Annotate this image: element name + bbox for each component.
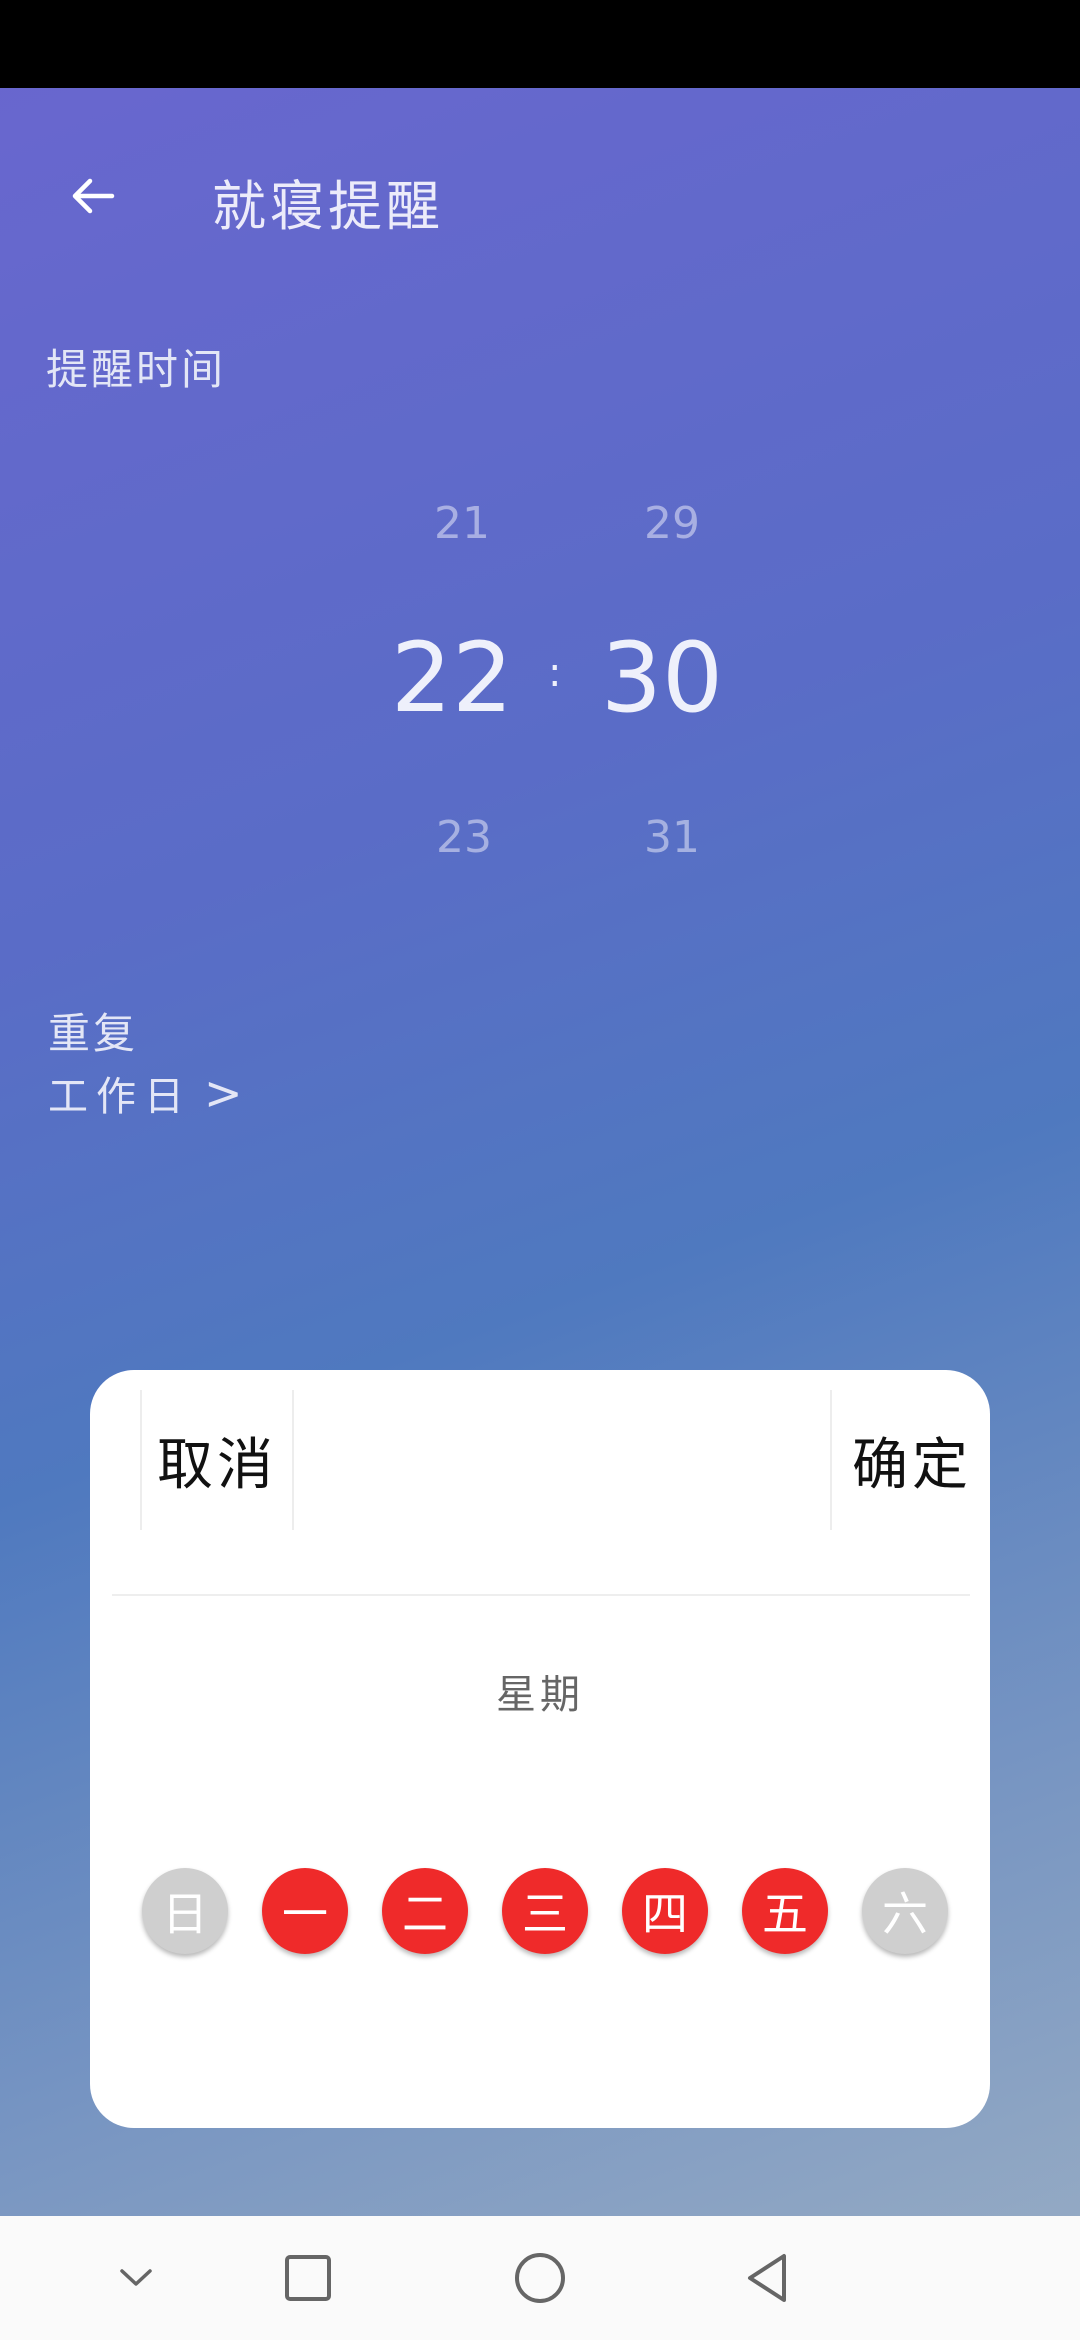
confirm-button[interactable]: 确定 bbox=[830, 1390, 992, 1530]
hour-prev[interactable]: 21 bbox=[392, 498, 532, 549]
hour-selected[interactable]: 22 bbox=[372, 622, 532, 734]
dialog-divider bbox=[112, 1594, 970, 1596]
minute-selected[interactable]: 30 bbox=[582, 622, 742, 734]
nav-collapse-button[interactable] bbox=[96, 2238, 176, 2318]
nav-back-button[interactable] bbox=[728, 2238, 808, 2318]
minute-next[interactable]: 31 bbox=[602, 812, 742, 863]
day-tuesday[interactable]: 二 bbox=[382, 1868, 468, 1954]
chevron-right-icon: > bbox=[204, 1066, 243, 1120]
status-bar bbox=[0, 0, 1080, 88]
time-picker[interactable]: 21 29 22 : 30 23 31 bbox=[380, 480, 760, 890]
day-thursday[interactable]: 四 bbox=[622, 1868, 708, 1954]
nav-recents-button[interactable] bbox=[268, 2238, 348, 2318]
repeat-selector[interactable]: 工作日 > bbox=[48, 1064, 243, 1122]
week-label: 星期 bbox=[496, 1672, 584, 1718]
arrow-left-icon bbox=[72, 178, 115, 214]
day-saturday[interactable]: 六 bbox=[862, 1868, 948, 1954]
minute-prev[interactable]: 29 bbox=[602, 498, 742, 549]
weekday-list: 日 一 二 三 四 五 六 bbox=[142, 1868, 952, 1958]
day-friday[interactable]: 五 bbox=[742, 1868, 828, 1954]
page-title: 就寝提醒 bbox=[212, 175, 444, 238]
header: 就寝提醒 bbox=[0, 140, 1080, 260]
day-sunday[interactable]: 日 bbox=[142, 1868, 228, 1954]
back-button[interactable] bbox=[58, 160, 130, 232]
reminder-time-label: 提醒时间 bbox=[46, 345, 227, 394]
hour-next[interactable]: 23 bbox=[394, 812, 534, 863]
time-separator: : bbox=[548, 650, 562, 696]
day-monday[interactable]: 一 bbox=[262, 1868, 348, 1954]
navigation-bar bbox=[0, 2216, 1080, 2340]
repeat-label: 重复 bbox=[48, 1009, 139, 1058]
weekday-dialog: 取消 确定 星期 日 一 二 三 四 五 六 bbox=[90, 1370, 990, 2128]
day-wednesday[interactable]: 三 bbox=[502, 1868, 588, 1954]
repeat-value: 工作日 bbox=[48, 1074, 192, 1120]
cancel-button[interactable]: 取消 bbox=[140, 1390, 294, 1530]
screen: 就寝提醒 提醒时间 21 29 22 : 30 23 31 重复 工作日 > 取… bbox=[0, 0, 1080, 2340]
square-recents-icon bbox=[285, 2255, 331, 2301]
chevron-down-icon bbox=[120, 2269, 152, 2286]
circle-home-icon bbox=[515, 2253, 565, 2303]
nav-home-button[interactable] bbox=[500, 2238, 580, 2318]
triangle-back-icon bbox=[748, 2254, 786, 2302]
